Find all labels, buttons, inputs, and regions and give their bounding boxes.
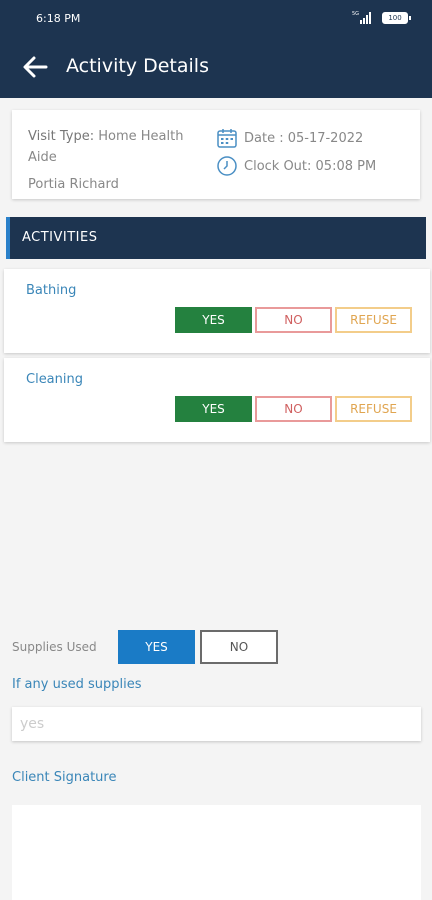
- activities-header: ACTIVITIES: [6, 217, 426, 259]
- signature-pad[interactable]: [12, 805, 421, 900]
- status-time: 6:18 PM: [36, 12, 81, 25]
- visit-details: Visit Type: Home Health Aide Portia Rich…: [28, 126, 208, 195]
- yes-button[interactable]: YES: [175, 307, 252, 333]
- visit-type: Visit Type: Home Health Aide: [28, 126, 208, 168]
- client-name: Portia Richard: [28, 177, 119, 192]
- refuse-button[interactable]: REFUSE: [335, 396, 412, 422]
- no-button[interactable]: NO: [255, 307, 332, 333]
- visit-info-card: Visit Type: Home Health Aide Portia Rich…: [12, 110, 420, 199]
- refuse-button[interactable]: REFUSE: [335, 307, 412, 333]
- battery-icon: 100: [382, 12, 411, 24]
- app-bar: Activity Details: [0, 36, 432, 98]
- yes-button[interactable]: YES: [175, 396, 252, 422]
- status-bar: 6:18 PM 5G 100: [0, 0, 432, 36]
- client-signature-label: Client Signature: [12, 770, 117, 785]
- date-row: Date : 05-17-2022: [216, 124, 376, 152]
- back-arrow-icon[interactable]: [22, 55, 48, 79]
- clock-icon: [217, 156, 237, 176]
- supplies-input[interactable]: [12, 707, 421, 741]
- supplies-used-label: Supplies Used: [12, 640, 97, 654]
- page-title: Activity Details: [66, 55, 209, 77]
- svg-text:5G: 5G: [352, 11, 359, 17]
- activity-label: Bathing: [26, 283, 77, 298]
- activity-card-cleaning: Cleaning YES NO REFUSE: [4, 358, 430, 442]
- no-button[interactable]: NO: [255, 396, 332, 422]
- supplies-no-button[interactable]: NO: [200, 630, 278, 664]
- clock-out-time: Clock Out: 05:08 PM: [244, 158, 377, 174]
- visit-type-label: Visit Type:: [28, 129, 95, 144]
- visit-times: Date : 05-17-2022 Clock Out: 05:08 PM: [216, 124, 376, 180]
- activity-card-bathing: Bathing YES NO REFUSE: [4, 269, 430, 353]
- visit-date: Date : 05-17-2022: [244, 130, 364, 146]
- supplies-prompt: If any used supplies: [12, 677, 142, 692]
- signal-icon: 5G: [352, 11, 371, 24]
- activity-label: Cleaning: [26, 372, 83, 387]
- calendar-icon: [217, 129, 237, 148]
- supplies-yes-button[interactable]: YES: [118, 630, 195, 664]
- clock-out-row: Clock Out: 05:08 PM: [216, 152, 376, 180]
